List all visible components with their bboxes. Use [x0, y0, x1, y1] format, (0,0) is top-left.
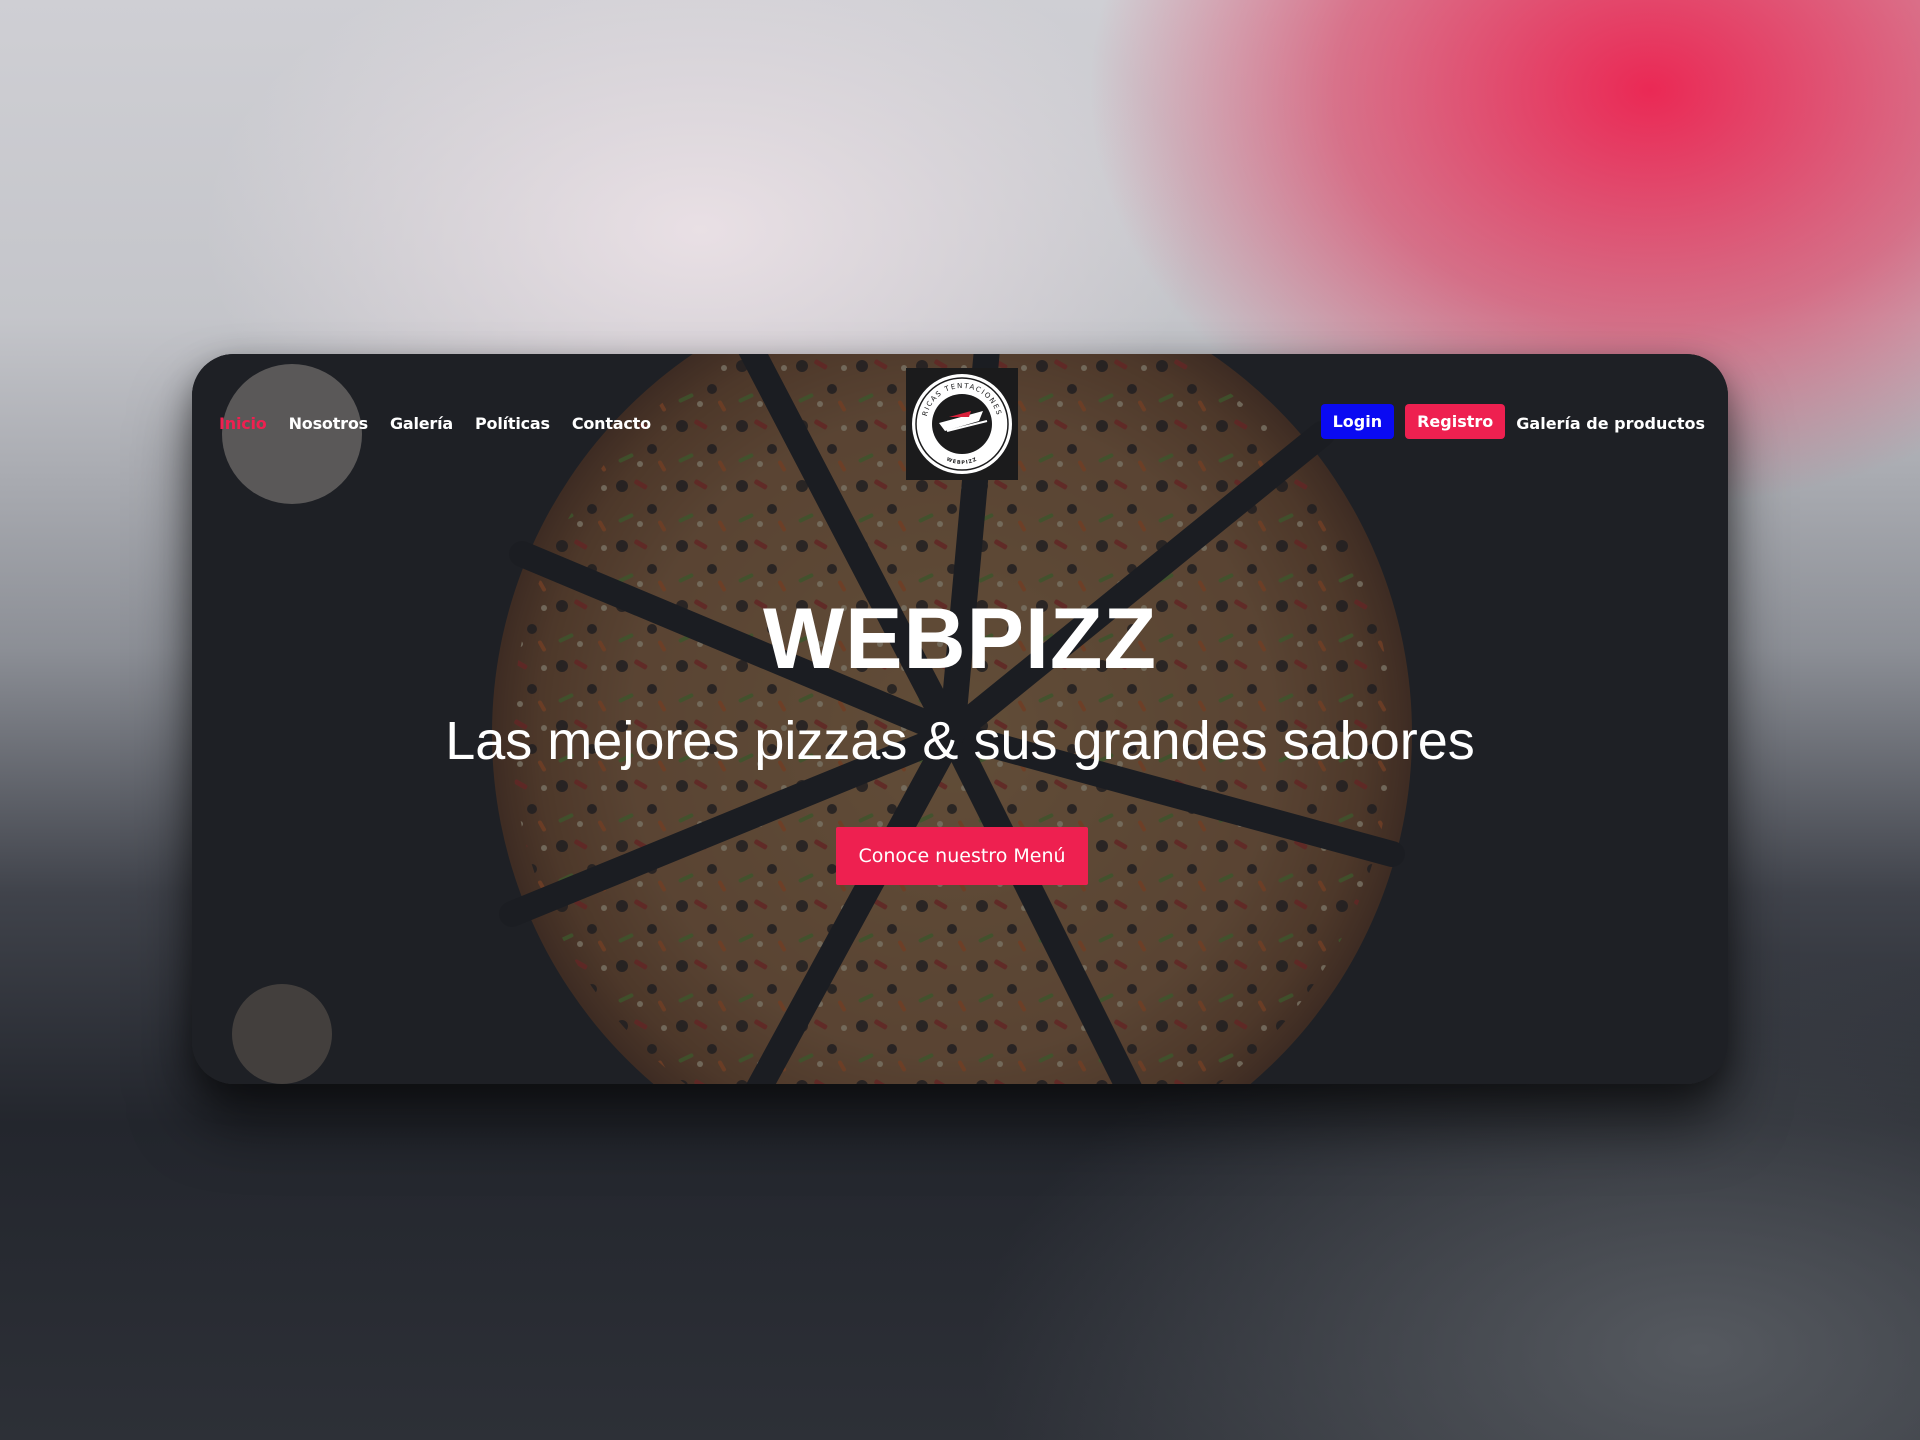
nav-link-galeria[interactable]: Galería	[390, 414, 453, 433]
nav-link-politicas[interactable]: Políticas	[475, 414, 550, 433]
browser-card: Inicio Nosotros Galería Políticas Contac…	[192, 354, 1728, 1084]
brand-logo[interactable]: RICAS TENTACIONES WEBPIZZ	[906, 368, 1018, 480]
nav-link-inicio[interactable]: Inicio	[219, 414, 267, 433]
nav-actions: Login Registro Galería de productos	[1320, 404, 1705, 439]
nav-link-nosotros[interactable]: Nosotros	[289, 414, 369, 433]
nav-links: Inicio Nosotros Galería Políticas Contac…	[219, 414, 651, 433]
menu-cta-button[interactable]: Conoce nuestro Menú	[836, 827, 1088, 885]
registro-button[interactable]: Registro	[1405, 404, 1506, 439]
pizza-logo-icon: RICAS TENTACIONES WEBPIZZ	[912, 374, 1012, 474]
nav-link-contacto[interactable]: Contacto	[572, 414, 651, 433]
top-navigation: Inicio Nosotros Galería Políticas Contac…	[192, 354, 1728, 494]
nav-link-galeria-productos[interactable]: Galería de productos	[1516, 414, 1705, 433]
login-button[interactable]: Login	[1320, 404, 1395, 439]
hero-title: WEBPIZZ	[763, 591, 1157, 687]
hero-subtitle: Las mejores pizzas & sus grandes sabores	[445, 711, 1475, 771]
